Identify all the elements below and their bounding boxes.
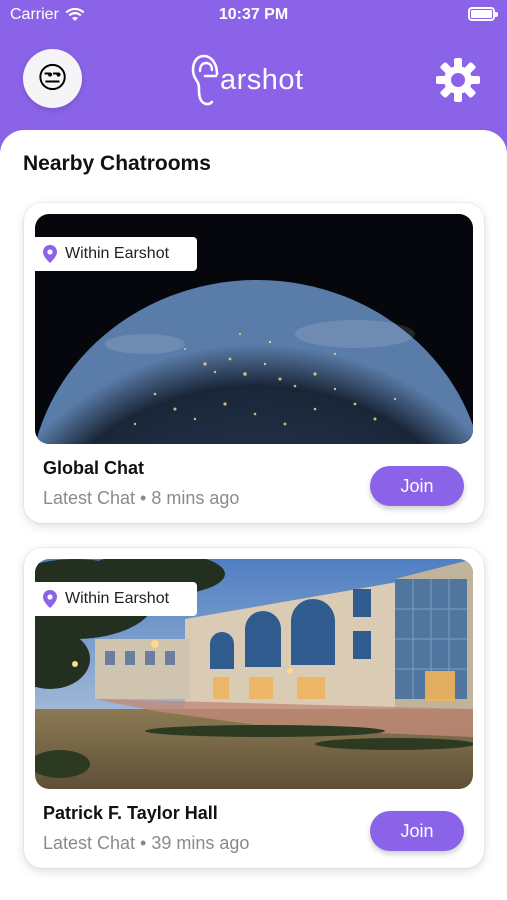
status-time: 10:37 PM [218,6,289,23]
chatroom-card-global[interactable]: Within Earshot Global Chat Latest Chat •… [24,203,484,523]
user-avatar-button[interactable]: 😒 [23,49,82,108]
chatroom-latest: Latest Chat • 8 mins ago [43,488,240,508]
earshot-logo: arshot [190,50,304,110]
join-button[interactable]: Join [370,811,464,851]
badge-label: Within Earshot [65,245,170,262]
chatroom-image: Within Earshot [35,559,473,789]
location-pin-icon [43,590,57,608]
chatroom-image: Within Earshot [35,214,473,444]
location-badge: Within Earshot [35,582,197,616]
location-pin-icon [43,245,57,263]
ear-icon [191,54,219,106]
status-bar: Carrier 10:37 PM [0,0,507,30]
battery-icon [468,7,498,21]
chatroom-card-taylor-hall[interactable]: Within Earshot Patrick F. Taylor Hall La… [24,548,484,868]
join-button[interactable]: Join [370,466,464,506]
chatroom-name: Patrick F. Taylor Hall [43,803,218,823]
avatar-emoji: 😒 [36,61,69,95]
chatroom-latest: Latest Chat • 39 mins ago [43,833,250,853]
chatroom-name: Global Chat [43,458,145,478]
gear-icon[interactable] [434,56,482,104]
badge-label: Within Earshot [65,590,170,607]
section-title: Nearby Chatrooms [23,152,211,175]
location-badge: Within Earshot [35,237,197,271]
logo-text: arshot [220,63,304,96]
